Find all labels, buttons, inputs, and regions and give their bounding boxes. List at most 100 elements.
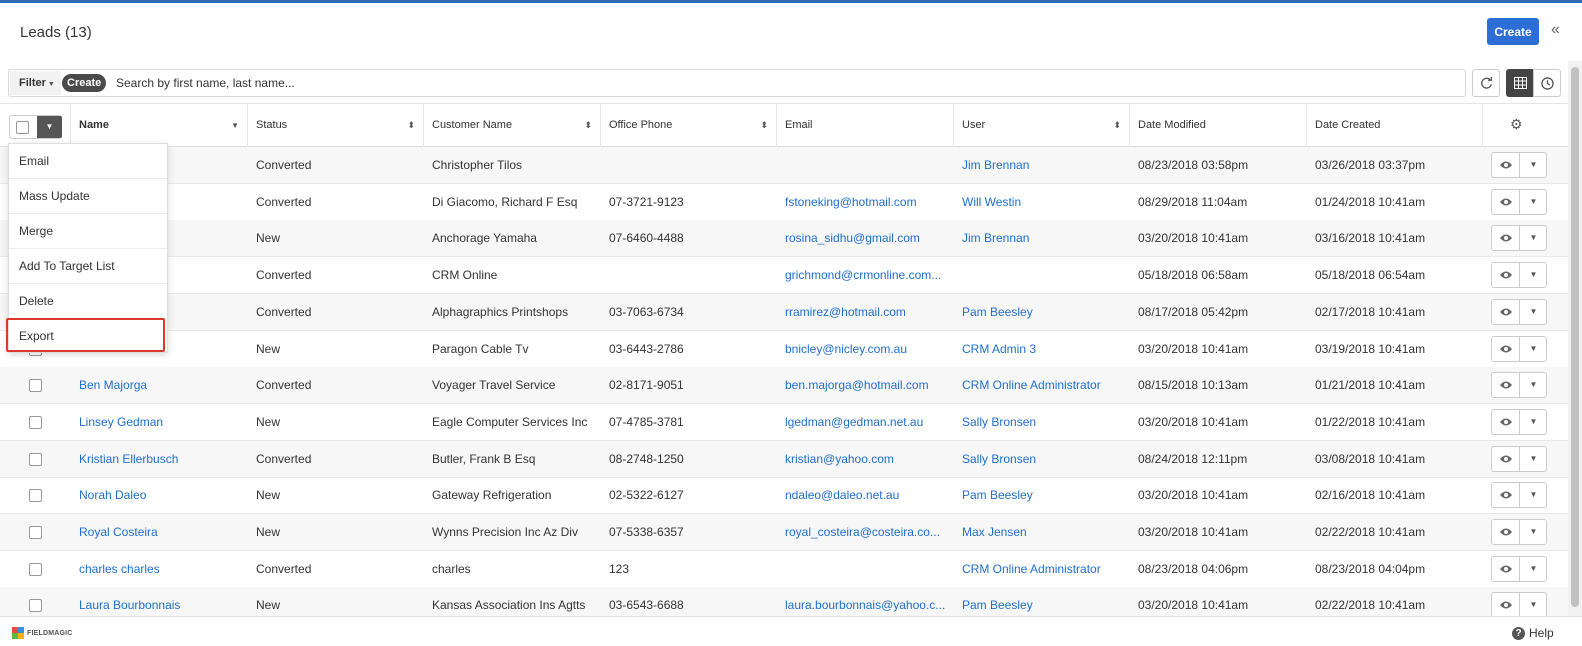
column-header-date-modified[interactable]: Date Modified (1130, 104, 1307, 147)
cell-user[interactable]: Jim Brennan (954, 220, 1130, 256)
row-dropdown-icon[interactable]: ▼ (1520, 153, 1547, 177)
row-dropdown-icon[interactable]: ▼ (1520, 520, 1547, 544)
cell-email[interactable]: rramirez@hotmail.com (777, 294, 947, 330)
table-row[interactable]: charles charles Converted charles 123 CRM On… (0, 551, 1568, 588)
eye-icon[interactable] (1492, 189, 1520, 214)
table-row[interactable]: Kristian Ellerbusch Converted Butler, Fran… (0, 440, 1568, 478)
eye-icon[interactable] (1492, 336, 1520, 361)
menu-item-delete[interactable]: Delete (9, 284, 167, 319)
table-row[interactable]: Converted CRM Online grichmond@crmonline.c… (0, 257, 1568, 295)
eye-icon[interactable] (1492, 520, 1520, 544)
row-checkbox[interactable] (29, 489, 42, 503)
row-dropdown-icon[interactable]: ▼ (1520, 410, 1547, 434)
cell-name[interactable]: Kristian Ellerbusch (71, 441, 248, 477)
table-row[interactable]: New Anchorage Yamaha 07-6460-4488 rosina_si… (0, 220, 1568, 258)
cell-email[interactable] (777, 551, 947, 587)
table-row[interactable]: New Paragon Cable Tv 03-6443-2786 bnicley@n… (0, 331, 1568, 368)
row-checkbox[interactable] (29, 599, 42, 613)
recent-view-button[interactable] (1533, 69, 1561, 97)
cell-name[interactable]: Norah Daleo (71, 477, 248, 513)
filter-create-pill[interactable]: Create (62, 74, 107, 92)
cell-user[interactable]: Sally Bronsen (954, 404, 1130, 440)
cell-email[interactable]: rosina_sidhu@gmail.com (777, 220, 947, 256)
cell-email[interactable]: fstoneking@hotmail.com (777, 184, 947, 220)
row-dropdown-icon[interactable]: ▼ (1520, 483, 1547, 507)
row-checkbox[interactable] (29, 452, 42, 466)
cell-user[interactable]: Max Jensen (954, 514, 1130, 550)
cell-user[interactable]: CRM Online Administrator (954, 367, 1130, 403)
table-row[interactable]: zConvertedAlphagraphics Printshops03-706… (0, 293, 1568, 331)
eye-icon[interactable] (1492, 299, 1520, 324)
cell-user[interactable]: Sally Bronsen (954, 441, 1130, 477)
row-dropdown-icon[interactable]: ▼ (1520, 190, 1547, 214)
table-row[interactable]: Royal Costeira New Wynns Precision Inc Az … (0, 514, 1568, 551)
select-all-checkbox[interactable] (16, 121, 29, 134)
cell-email[interactable]: lgedman@gedman.net.au (777, 404, 947, 440)
column-header-status[interactable]: Status ⬍ (248, 104, 424, 147)
menu-item-add-to-target-list[interactable]: Add To Target List (9, 249, 167, 284)
cell-user[interactable]: Jim Brennan (954, 147, 1130, 183)
eye-icon[interactable] (1492, 153, 1520, 177)
cell-name[interactable]: Linsey Gedman (71, 404, 248, 440)
filter-button[interactable]: Filter ▼ (10, 71, 61, 95)
cell-email[interactable]: ndaleo@daleo.net.au (777, 477, 947, 513)
cell-user[interactable]: Will Westin (954, 184, 1130, 220)
search-input[interactable] (116, 73, 1456, 93)
row-dropdown-icon[interactable]: ▼ (1520, 226, 1547, 250)
scrollbar-thumb[interactable] (1571, 67, 1579, 607)
cell-name[interactable]: Ben Majorga (71, 367, 248, 403)
cell-user[interactable]: Pam Beesley (954, 477, 1130, 513)
eye-icon[interactable] (1492, 446, 1520, 471)
mass-actions-dropdown-icon[interactable]: ▼ (37, 116, 62, 138)
eye-icon[interactable] (1492, 556, 1520, 581)
column-header-customer-name[interactable]: Customer Name ⬍ (424, 104, 601, 147)
column-header-name[interactable]: Name ▼ (71, 104, 248, 147)
cell-user[interactable]: Pam Beesley (954, 587, 1130, 616)
table-row[interactable]: Ben Majorga Converted Voyager Travel Servi… (0, 367, 1568, 405)
mass-select-control[interactable]: ▼ (9, 115, 62, 139)
table-row[interactable]: Converted Di Giacomo, Richard F Esq 07-372… (0, 184, 1568, 221)
row-checkbox[interactable] (29, 562, 42, 576)
cell-user[interactable]: CRM Online Administrator (954, 551, 1130, 587)
column-header-office-phone[interactable]: Office Phone ⬍ (601, 104, 777, 147)
table-row[interactable]: Laura Bourbonnais New Kansas Association I… (0, 587, 1568, 616)
refresh-button[interactable] (1472, 69, 1500, 97)
collapse-double-chevron-icon[interactable]: « (1551, 21, 1560, 39)
column-header-user[interactable]: User ⬍ (954, 104, 1130, 147)
cell-name[interactable]: Royal Costeira (71, 514, 248, 550)
cell-user[interactable]: CRM Admin 3 (954, 331, 1130, 367)
row-checkbox[interactable] (29, 415, 42, 429)
create-button[interactable]: Create (1487, 18, 1539, 45)
cell-email[interactable]: ben.majorga@hotmail.com (777, 367, 947, 403)
table-row[interactable]: Norah Daleo New Gateway Refrigeration 02-53… (0, 477, 1568, 515)
list-view-button[interactable] (1506, 69, 1534, 97)
row-dropdown-icon[interactable]: ▼ (1520, 593, 1547, 616)
eye-icon[interactable] (1492, 373, 1520, 398)
eye-icon[interactable] (1492, 263, 1520, 288)
cell-user[interactable] (954, 257, 1130, 293)
gear-icon[interactable]: ⚙ (1510, 116, 1523, 133)
vertical-scrollbar[interactable] (1568, 61, 1582, 616)
cell-email[interactable] (777, 147, 947, 183)
help-link[interactable]: ? Help (1512, 626, 1554, 640)
row-dropdown-icon[interactable]: ▼ (1520, 263, 1547, 287)
cell-email[interactable]: bnicley@nicley.com.au (777, 331, 947, 367)
cell-email[interactable]: kristian@yahoo.com (777, 441, 947, 477)
row-dropdown-icon[interactable]: ▼ (1520, 373, 1547, 397)
row-dropdown-icon[interactable]: ▼ (1520, 300, 1547, 324)
cell-email[interactable]: royal_costeira@costeira.co... (777, 514, 947, 550)
cell-user[interactable]: Pam Beesley (954, 294, 1130, 330)
eye-icon[interactable] (1492, 593, 1520, 616)
menu-item-merge[interactable]: Merge (9, 214, 167, 249)
eye-icon[interactable] (1492, 226, 1520, 251)
cell-name[interactable]: charles charles (71, 551, 248, 587)
eye-icon[interactable] (1492, 483, 1520, 508)
table-row[interactable]: Linsey Gedman New Eagle Computer Services … (0, 404, 1568, 441)
row-dropdown-icon[interactable]: ▼ (1520, 447, 1547, 471)
cell-email[interactable]: grichmond@crmonline.com... (777, 257, 947, 293)
menu-item-mass-update[interactable]: Mass Update (9, 179, 167, 214)
row-dropdown-icon[interactable]: ▼ (1520, 557, 1547, 581)
cell-email[interactable]: laura.bourbonnais@yahoo.c... (777, 587, 947, 616)
row-dropdown-icon[interactable]: ▼ (1520, 337, 1547, 361)
row-checkbox[interactable] (29, 379, 42, 393)
